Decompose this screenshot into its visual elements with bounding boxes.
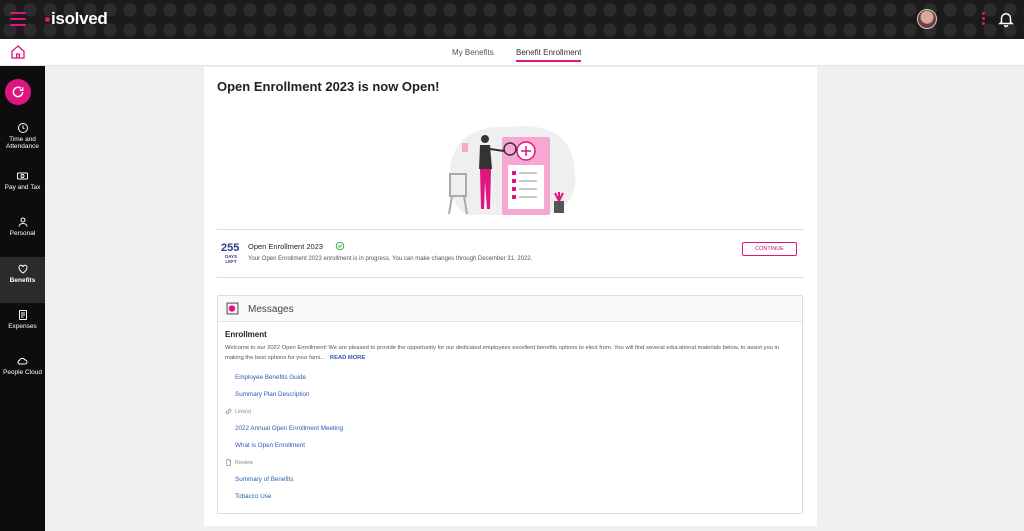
kebab-menu-icon[interactable] [982, 12, 986, 28]
messages-header: Messages [218, 296, 802, 322]
messages-title: Messages [248, 304, 294, 315]
tab-benefit-enrollment[interactable]: Benefit Enrollment [516, 48, 582, 62]
check-circle-icon [335, 241, 345, 251]
hamburger-menu-icon[interactable] [10, 12, 26, 26]
sidebar-item-benefits[interactable]: Benefits [0, 257, 45, 303]
sidebar-item-label: Pay and Tax [4, 184, 41, 191]
message-icon [226, 302, 239, 315]
sidebar-item-expenses[interactable]: Expenses [0, 309, 45, 355]
sidebar-item-pay-and-tax[interactable]: Pay and Tax [0, 170, 45, 216]
link-annual-open-enrollment-meeting[interactable]: 2022 Annual Open Enrollment Meeting [235, 425, 343, 432]
enrollment-message-title: Enrollment [225, 330, 267, 339]
enrollment-illustration [448, 126, 576, 215]
review-label: Review [235, 459, 254, 466]
link-tobacco-use[interactable]: Tobacco Use [235, 493, 271, 500]
person-icon [18, 217, 27, 227]
top-bar: isolved [0, 0, 1024, 39]
refresh-icon [12, 86, 24, 98]
isolved-logo[interactable]: isolved [45, 9, 108, 29]
read-more-link[interactable]: READ MORE [330, 355, 365, 361]
link-summary-of-benefits[interactable]: Summary of Benefits [235, 476, 293, 483]
enrollment-name: Open Enrollment 2023 [248, 242, 324, 251]
home-icon[interactable] [10, 44, 26, 60]
sidebar-item-label: Benefits [9, 277, 36, 284]
links-section-label: Link(s) [225, 408, 252, 415]
user-avatar[interactable] [917, 9, 937, 29]
enrollment-card: Open Enrollment 2023 is now Open! 255 DA… [204, 67, 817, 526]
days-label-line2: LEFT [225, 259, 237, 264]
sidebar-item-label: Attendance [6, 143, 39, 150]
days-left-label: DAYS LEFT [221, 254, 241, 264]
divider [217, 229, 804, 230]
sidebar-item-time-and-attendance[interactable]: Time and Attendance [0, 122, 45, 168]
link-summary-plan-description[interactable]: Summary Plan Description [235, 391, 310, 398]
money-icon [17, 172, 28, 180]
quick-action-button[interactable] [5, 79, 31, 105]
sidebar: Time and Attendance Pay and Tax Personal… [0, 66, 45, 531]
sidebar-item-label: Time and [9, 136, 36, 143]
clock-icon [17, 123, 28, 133]
link-icon [225, 408, 232, 415]
page-title: Open Enrollment 2023 is now Open! [217, 79, 440, 94]
document-icon [226, 459, 231, 466]
receipt-icon [18, 310, 27, 320]
enrollment-status-text: Your Open Enrollment 2023 enrollment is … [248, 256, 533, 262]
link-employee-benefits-guide[interactable]: Employee Benefits Guide [235, 374, 306, 381]
sidebar-item-label: Expenses [8, 323, 37, 330]
link-what-is-open-enrollment[interactable]: What is Open Enrollment [235, 442, 305, 449]
sidebar-item-people-cloud[interactable]: People Cloud [0, 355, 45, 401]
review-section-label: Review [225, 459, 253, 466]
sidebar-item-personal[interactable]: Personal [0, 216, 45, 262]
cloud-icon [17, 357, 28, 365]
continue-button[interactable]: CONTINUE [742, 242, 797, 256]
tab-my-benefits[interactable]: My Benefits [452, 48, 494, 57]
days-left-count: 255 [221, 242, 240, 254]
links-label: Link(s) [235, 408, 252, 415]
bell-icon[interactable] [997, 10, 1015, 28]
heart-icon [18, 264, 27, 274]
divider [217, 277, 804, 278]
messages-panel: Messages Enrollment Welcome to our 2022 … [217, 295, 803, 514]
sidebar-item-label: Personal [9, 230, 36, 237]
enrollment-message-body: Welcome to our 2022 Open Enrollment! We … [225, 343, 795, 363]
sidebar-item-label: People Cloud [2, 369, 43, 376]
sub-navigation: My Benefits Benefit Enrollment [0, 39, 1024, 66]
message-text: Welcome to our 2022 Open Enrollment! We … [225, 345, 780, 361]
